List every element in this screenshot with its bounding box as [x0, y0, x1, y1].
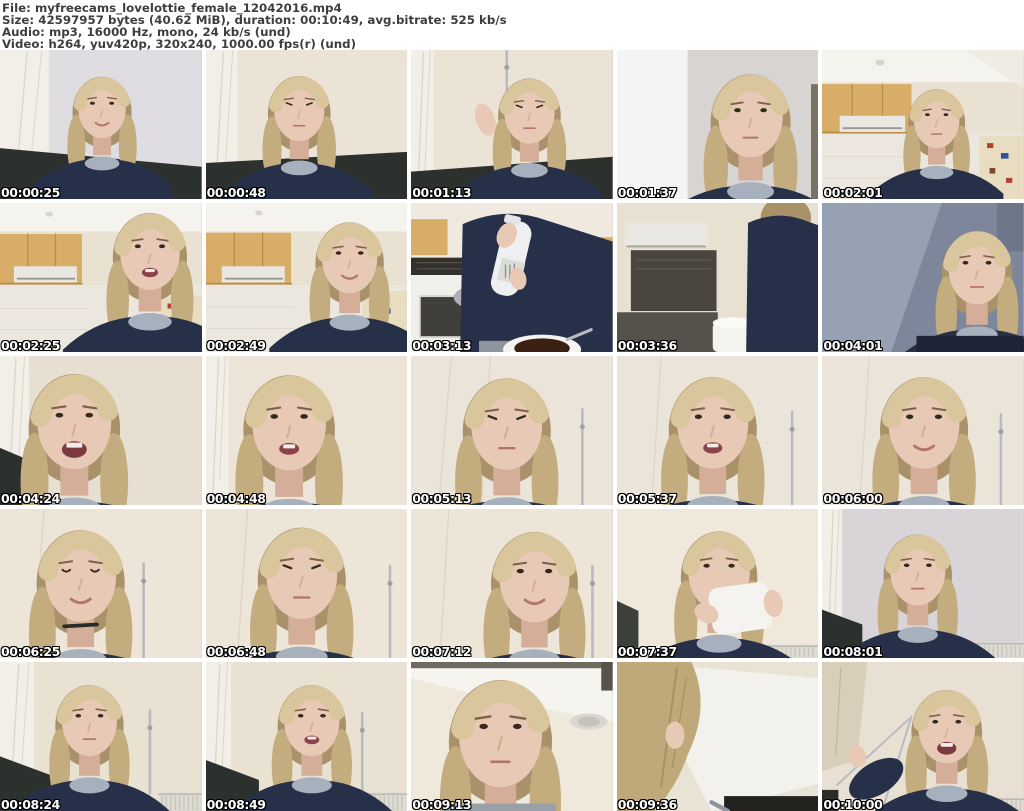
timestamp-overlay: 00:08:24 [1, 797, 60, 811]
timestamp-overlay: 00:01:37 [617, 185, 677, 199]
timestamp-overlay: 00:00:25 [1, 185, 60, 199]
thumbnail-image [822, 356, 1024, 505]
video-thumbnail[interactable]: 00:04:48 [205, 356, 408, 505]
file-info-line-video: Video: h264, yuv420p, 320x240, 1000.00 f… [2, 37, 357, 51]
thumbnail-image [822, 662, 1024, 811]
video-thumbnail[interactable]: 00:10:00 [822, 662, 1024, 811]
video-thumbnail[interactable]: 00:09:13 [411, 662, 613, 811]
video-thumbnail[interactable]: 00:08:24 [0, 662, 202, 811]
thumbnail-image [616, 50, 819, 199]
timestamp-overlay: 00:01:13 [412, 185, 472, 199]
video-thumbnail[interactable]: 00:09:36 [616, 662, 819, 811]
thumbnail-image [822, 509, 1024, 658]
timestamp-overlay: 00:02:25 [1, 338, 60, 352]
thumbnail-image [411, 50, 613, 199]
thumbnail-image [205, 356, 408, 505]
thumbnail-image [411, 356, 613, 505]
thumbnail-image [0, 356, 202, 505]
timestamp-overlay: 00:09:36 [617, 797, 677, 811]
thumbnail-image [205, 662, 408, 811]
video-thumbnail[interactable]: 00:07:37 [616, 509, 819, 658]
timestamp-overlay: 00:08:01 [823, 644, 883, 658]
timestamp-overlay: 00:05:13 [412, 491, 472, 505]
video-thumbnail[interactable]: 00:05:13 [411, 356, 613, 505]
timestamp-overlay: 00:09:13 [412, 797, 472, 811]
thumbnail-image [205, 50, 408, 199]
file-info-header: File: myfreecams_lovelottie_female_12042… [0, 0, 1024, 50]
video-thumbnail[interactable]: 00:00:48 [205, 50, 408, 199]
thumbnail-image [0, 50, 202, 199]
thumbnail-image [411, 662, 613, 811]
timestamp-overlay: 00:04:01 [823, 338, 883, 352]
video-thumbnail[interactable]: 00:01:37 [616, 50, 819, 199]
timestamp-overlay: 00:02:49 [206, 338, 266, 352]
timestamp-overlay: 00:10:00 [823, 797, 883, 811]
video-thumbnail[interactable]: 00:01:13 [411, 50, 613, 199]
thumbnail-image [411, 509, 613, 658]
video-thumbnail[interactable]: 00:06:00 [822, 356, 1024, 505]
timestamp-overlay: 00:02:01 [823, 185, 883, 199]
timestamp-overlay: 00:06:25 [1, 644, 60, 658]
timestamp-overlay: 00:06:48 [206, 644, 266, 658]
video-thumbnail[interactable]: 00:08:49 [205, 662, 408, 811]
video-thumbnail[interactable]: 00:08:01 [822, 509, 1024, 658]
thumbnail-image [616, 662, 819, 811]
timestamp-overlay: 00:08:49 [206, 797, 266, 811]
video-thumbnail[interactable]: 00:03:13 [411, 203, 613, 352]
thumbnail-image [0, 662, 202, 811]
timestamp-overlay: 00:07:12 [412, 644, 472, 658]
thumbnail-image [616, 203, 819, 352]
timestamp-overlay: 00:05:37 [617, 491, 677, 505]
video-thumbnail[interactable]: 00:02:49 [205, 203, 408, 352]
thumbnail-image [616, 509, 819, 658]
timestamp-overlay: 00:06:00 [823, 491, 883, 505]
video-thumbnail[interactable]: 00:02:25 [0, 203, 202, 352]
thumbnail-image [616, 356, 819, 505]
video-thumbnail[interactable]: 00:04:01 [822, 203, 1024, 352]
thumbnail-image [205, 509, 408, 658]
video-thumbnail[interactable]: 00:07:12 [411, 509, 613, 658]
video-thumbnail[interactable]: 00:00:25 [0, 50, 202, 199]
timestamp-overlay: 00:03:13 [412, 338, 472, 352]
thumbnail-image [822, 203, 1024, 352]
thumbnail-image [822, 50, 1024, 199]
timestamp-overlay: 00:03:36 [617, 338, 677, 352]
thumbnail-image [411, 203, 613, 352]
video-thumbnail[interactable]: 00:05:37 [616, 356, 819, 505]
timestamp-overlay: 00:04:48 [206, 491, 266, 505]
thumbnail-image [0, 509, 202, 658]
thumbnail-image [205, 203, 408, 352]
video-thumbnail[interactable]: 00:06:48 [205, 509, 408, 658]
video-thumbnail[interactable]: 00:04:24 [0, 356, 202, 505]
timestamp-overlay: 00:04:24 [1, 491, 60, 505]
video-thumbnail[interactable]: 00:02:01 [822, 50, 1024, 199]
timestamp-overlay: 00:00:48 [206, 185, 266, 199]
video-thumbnail[interactable]: 00:03:36 [616, 203, 819, 352]
thumbnail-grid: 00:00:25 00:00:48 00:01:13 00:01:37 00:0… [0, 50, 1024, 811]
video-thumbnail[interactable]: 00:06:25 [0, 509, 202, 658]
thumbnail-image [0, 203, 202, 352]
timestamp-overlay: 00:07:37 [617, 644, 677, 658]
